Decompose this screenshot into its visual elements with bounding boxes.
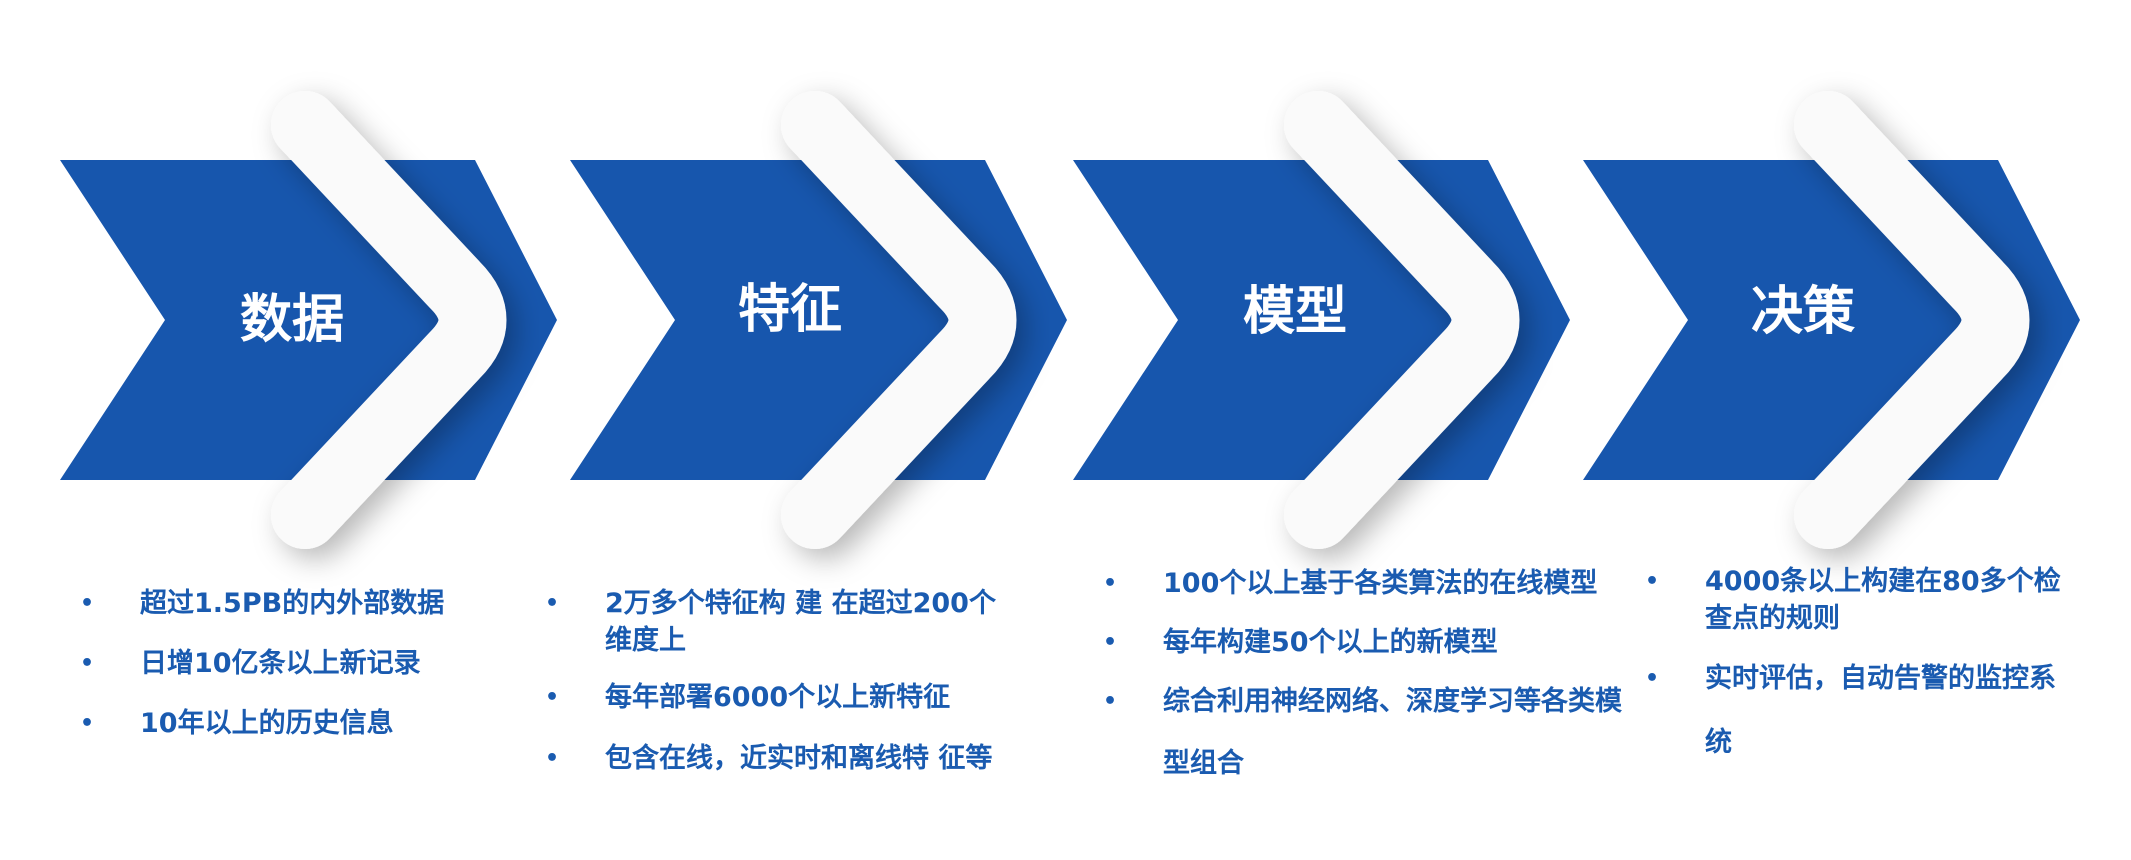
stage-1-chevron: 数据 bbox=[60, 91, 557, 549]
stage-2-title: 特征 bbox=[738, 280, 842, 340]
stage-4-chevron: 决策 bbox=[1583, 91, 2080, 549]
list-item: 每年部署6000个以上新特征 bbox=[545, 679, 1015, 716]
list-item: 10年以上的历史信息 bbox=[80, 705, 510, 742]
list-item: 超过1.5PB的内外部数据 bbox=[80, 585, 510, 622]
stage-3-chevron: 模型 bbox=[1073, 91, 1570, 549]
list-item: 包含在线，近实时和离线特 征等 bbox=[545, 727, 1015, 790]
stage-4-details: 4000条以上构建在80多个检查点的规则 实时评估，自动告警的监控系统 bbox=[1645, 563, 2065, 775]
list-item: 每年构建50个以上的新模型 bbox=[1103, 624, 1623, 661]
list-item: 100个以上基于各类算法的在线模型 bbox=[1103, 565, 1623, 602]
list-item: 综合利用神经网络、深度学习等各类模型组合 bbox=[1103, 671, 1623, 795]
stage-4-title: 决策 bbox=[1751, 282, 1855, 342]
list-item: 实时评估，自动告警的监控系统 bbox=[1645, 647, 2065, 775]
stage-2-chevron: 特征 bbox=[570, 91, 1067, 549]
stage-2-details: 2万多个特征构 建 在超过200个维度上 每年部署6000个以上新特征 包含在线… bbox=[545, 585, 1015, 790]
list-item: 4000条以上构建在80多个检查点的规则 bbox=[1645, 563, 2065, 637]
stage-3-details: 100个以上基于各类算法的在线模型 每年构建50个以上的新模型 综合利用神经网络… bbox=[1103, 565, 1623, 795]
stage-1-title: 数据 bbox=[240, 290, 344, 350]
stage-3-title: 模型 bbox=[1243, 282, 1347, 342]
list-item: 日增10亿条以上新记录 bbox=[80, 645, 510, 682]
list-item: 2万多个特征构 建 在超过200个维度上 bbox=[545, 585, 1015, 659]
stage-1-details: 超过1.5PB的内外部数据 日增10亿条以上新记录 10年以上的历史信息 bbox=[80, 585, 510, 742]
